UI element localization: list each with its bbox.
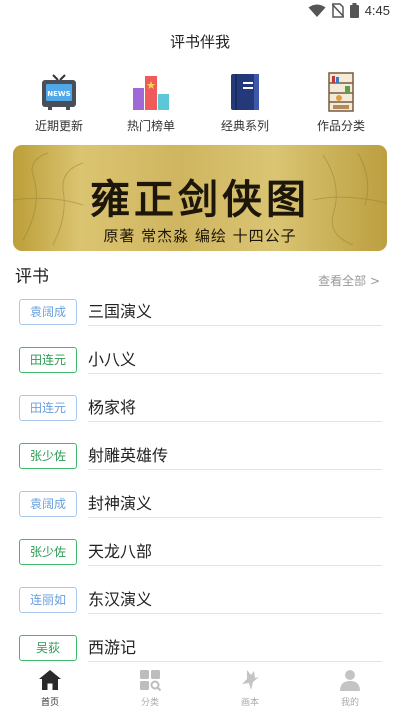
featured-banner[interactable]: 雍正剑侠图 原著 常杰淼 编绘 十四公子 — [13, 145, 387, 251]
divider — [88, 661, 382, 662]
view-all-label: 查看全部 — [318, 274, 367, 288]
status-time: 4:45 — [364, 3, 390, 18]
author-badge: 吴荻 — [19, 635, 77, 661]
ranking-bars-icon — [133, 76, 169, 110]
quick-nav-work-categories[interactable]: 作品分类 — [296, 72, 386, 138]
list-item[interactable]: 田连元 杨家将 — [0, 388, 400, 436]
list-item[interactable]: 张少佐 射雕英雄传 — [0, 436, 400, 484]
quick-nav-hot-rankings[interactable]: 热门榜单 — [106, 72, 196, 138]
bottom-nav-home[interactable]: 首页 — [0, 668, 100, 710]
section-header: 评书 查看全部 > — [0, 262, 400, 288]
list-item[interactable]: 连丽如 东汉演义 — [0, 580, 400, 628]
view-all-link[interactable]: 查看全部 > — [318, 272, 380, 289]
divider — [88, 469, 382, 470]
book-title: 东汉演义 — [88, 590, 153, 609]
list-item[interactable]: 袁阔成 三国演义 — [0, 292, 400, 340]
list-item[interactable]: 袁阔成 封神演义 — [0, 484, 400, 532]
author-badge: 田连元 — [19, 395, 77, 421]
quick-nav-recent-updates[interactable]: NEWS 近期更新 — [14, 72, 104, 138]
book-title: 三国演义 — [88, 302, 153, 321]
battery-icon — [349, 3, 359, 18]
divider — [88, 565, 382, 566]
bottom-nav-label: 我的 — [340, 698, 359, 708]
author-badge: 连丽如 — [19, 587, 77, 613]
divider — [88, 517, 382, 518]
author-badge: 田连元 — [19, 347, 77, 373]
chevron-right-icon: > — [366, 274, 380, 288]
quick-nav-label: 经典系列 — [220, 119, 269, 133]
section-title: 评书 — [15, 267, 49, 287]
bottom-nav-profile[interactable]: 我的 — [300, 668, 400, 710]
bottom-nav-label: 画本 — [240, 698, 259, 708]
quick-nav-classic-series[interactable]: 经典系列 — [200, 72, 290, 138]
divider — [88, 325, 382, 326]
book-icon — [231, 74, 259, 110]
list-item[interactable]: 张少佐 天龙八部 — [0, 532, 400, 580]
status-bar: 4:45 — [0, 0, 400, 24]
bottom-nav-picture-books[interactable]: 画本 — [200, 668, 300, 710]
home-icon — [39, 670, 61, 690]
book-title: 杨家将 — [88, 398, 137, 417]
status-icons: 4:45 — [308, 3, 390, 18]
divider — [88, 421, 382, 422]
category-grid-icon — [140, 670, 162, 692]
svg-text:NEWS: NEWS — [47, 90, 70, 98]
divider — [88, 373, 382, 374]
quick-nav: NEWS 近期更新 热门榜单 经典系列 作品分类 — [0, 72, 400, 138]
author-badge: 张少佐 — [19, 443, 77, 469]
brush-icon — [242, 670, 259, 690]
book-title: 封神演义 — [88, 494, 153, 513]
book-title: 射雕英雄传 — [88, 446, 169, 465]
author-badge: 张少佐 — [19, 539, 77, 565]
book-title: 天龙八部 — [88, 542, 153, 561]
app-title: 评书伴我 — [169, 33, 230, 51]
list-item[interactable]: 田连元 小八义 — [0, 340, 400, 388]
no-sim-icon — [331, 3, 344, 18]
quick-nav-label: 近期更新 — [34, 119, 83, 133]
banner-subtitle: 原著 常杰淼 编绘 十四公子 — [103, 227, 297, 245]
banner-title: 雍正剑侠图 — [90, 176, 310, 223]
author-badge: 袁阔成 — [19, 299, 77, 325]
wifi-icon — [308, 4, 326, 17]
bottom-nav-label: 分类 — [140, 698, 159, 708]
tv-news-icon: NEWS — [42, 74, 76, 110]
bottom-nav: 首页 分类 画本 我的 — [0, 664, 400, 712]
bookshelf-icon — [328, 72, 354, 112]
divider — [88, 613, 382, 614]
bottom-nav-categories[interactable]: 分类 — [100, 668, 200, 710]
quick-nav-label: 热门榜单 — [126, 119, 175, 133]
bottom-nav-label: 首页 — [40, 698, 59, 708]
quick-nav-label: 作品分类 — [316, 119, 365, 133]
author-badge: 袁阔成 — [19, 491, 77, 517]
book-title: 西游记 — [88, 638, 137, 657]
profile-icon — [340, 670, 360, 691]
book-title: 小八义 — [88, 350, 137, 369]
